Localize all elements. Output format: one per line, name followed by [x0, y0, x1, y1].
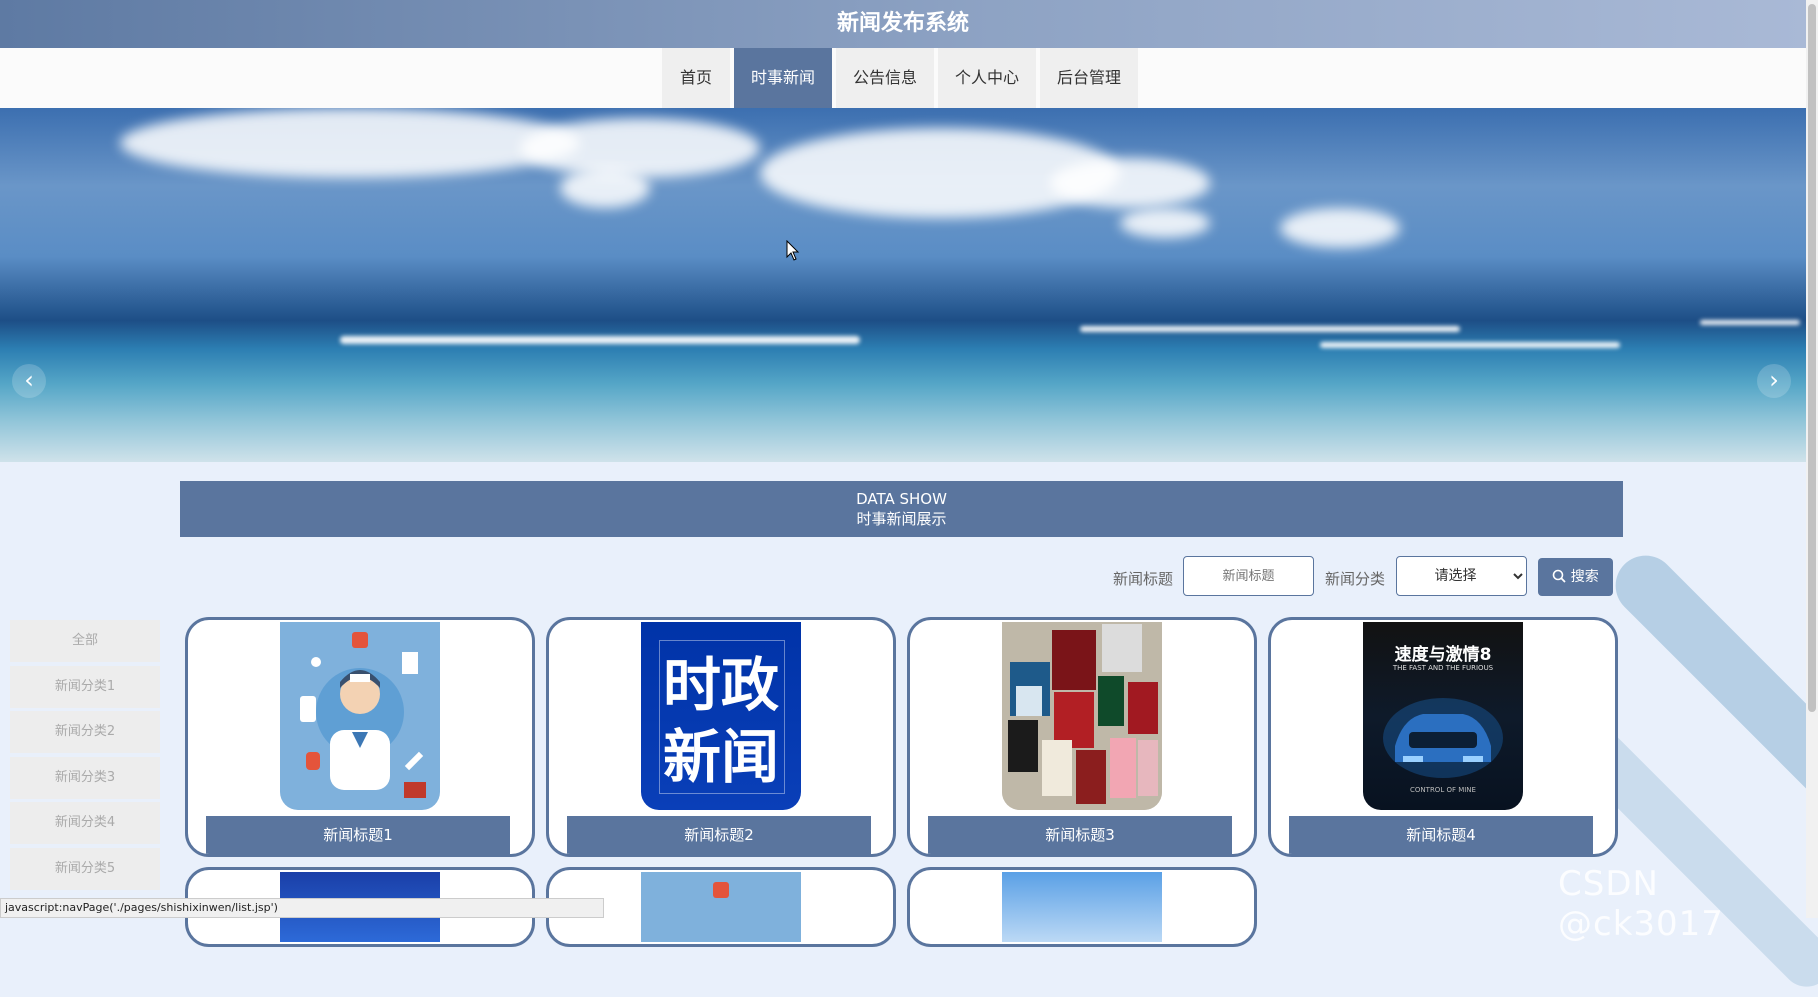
mouse-cursor-icon — [786, 240, 800, 261]
news-card[interactable]: 速度与激情8 THE FAST AND THE FURIOUS CONTROL … — [1268, 617, 1618, 857]
chevron-right-icon: › — [1769, 366, 1779, 394]
nav-announcements[interactable]: 公告信息 — [836, 48, 934, 108]
nav-admin[interactable]: 后台管理 — [1040, 48, 1138, 108]
chevron-left-icon: ‹ — [24, 366, 34, 394]
search-icon — [1552, 569, 1566, 583]
news-card[interactable]: 新闻标题1 — [185, 617, 535, 857]
banner-next-button[interactable]: › — [1757, 364, 1791, 398]
banner-carousel[interactable]: ‹ › — [0, 108, 1806, 462]
category-search-label: 新闻分类 — [1325, 570, 1386, 588]
news-image-politics-text-2: 新闻 — [662, 723, 779, 791]
site-title: 新闻发布系统 — [836, 11, 969, 36]
browser-status-bar: javascript:navPage('./pages/shishixinwen… — [0, 898, 604, 918]
nav-personal-center[interactable]: 个人中心 — [938, 48, 1036, 108]
category-item-4[interactable]: 新闻分类4 — [10, 802, 160, 844]
section-title-en: DATA SHOW — [856, 490, 947, 508]
category-item-1[interactable]: 新闻分类1 — [10, 665, 160, 708]
news-card-title: 新闻标题1 — [206, 816, 510, 854]
category-select[interactable]: 请选择 — [1396, 556, 1527, 596]
news-card[interactable]: 新闻标题3 — [907, 617, 1257, 857]
news-image-politics-text-1: 时政 — [662, 651, 779, 719]
news-image — [641, 872, 801, 942]
site-header: 新闻发布系统 — [0, 0, 1806, 48]
news-image-movie-poster: 速度与激情8 THE FAST AND THE FURIOUS CONTROL … — [1363, 622, 1523, 810]
watermark-text: CSDN @ck3017 — [1558, 864, 1724, 944]
nav-home[interactable]: 首页 — [662, 48, 730, 108]
news-card-title: 新闻标题2 — [567, 816, 871, 854]
news-card[interactable]: 时政 新闻 新闻标题2 — [546, 617, 896, 857]
category-item-all[interactable]: 全部 — [10, 620, 160, 662]
banner-prev-button[interactable]: ‹ — [12, 364, 46, 398]
main-nav: 首页 时事新闻 公告信息 个人中心 后台管理 — [0, 48, 1806, 108]
category-item-2[interactable]: 新闻分类2 — [10, 711, 160, 753]
search-button-label: 搜索 — [1570, 569, 1599, 585]
title-search-input[interactable] — [1183, 556, 1314, 596]
news-card-title: 新闻标题4 — [1289, 816, 1593, 854]
news-card[interactable] — [907, 867, 1257, 947]
section-title-cn: 时事新闻展示 — [856, 510, 947, 528]
nav-current-news[interactable]: 时事新闻 — [734, 48, 832, 108]
category-item-5[interactable]: 新闻分类5 — [10, 847, 160, 890]
search-button[interactable]: 搜索 — [1538, 558, 1613, 596]
news-image — [1002, 872, 1162, 942]
news-image-certificates — [1002, 622, 1162, 810]
news-image-politics: 时政 新闻 — [641, 622, 801, 810]
news-image-doctor — [280, 622, 440, 810]
title-search-label: 新闻标题 — [1113, 570, 1174, 588]
page-scrollbar[interactable] — [1806, 0, 1818, 918]
scrollbar-thumb[interactable] — [1808, 4, 1816, 712]
category-sidebar: 全部 新闻分类1 新闻分类2 新闻分类3 新闻分类4 新闻分类5 — [10, 620, 160, 893]
category-item-3[interactable]: 新闻分类3 — [10, 756, 160, 799]
section-title-bar: DATA SHOW 时事新闻展示 — [180, 481, 1623, 537]
poster-tagline: CONTROL OF MINE — [1410, 786, 1476, 794]
news-card-title: 新闻标题3 — [928, 816, 1232, 854]
